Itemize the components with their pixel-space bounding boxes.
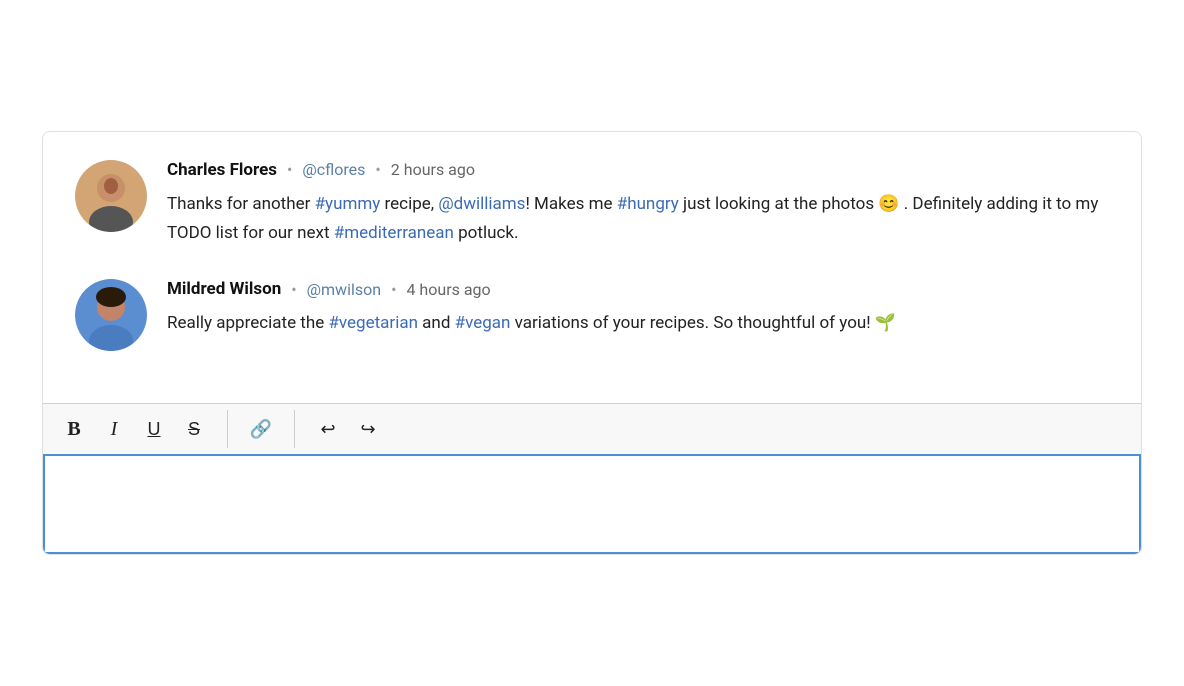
text-editor-toolbar: B I U S 🔗 ↩ ↪ <box>43 403 1141 454</box>
mention-dwilliams[interactable]: @dwilliams <box>438 194 525 214</box>
link-group: 🔗 <box>242 410 295 448</box>
avatar-charles <box>75 160 147 232</box>
comment-item: Charles Flores • @cflores • 2 hours ago … <box>75 160 1109 248</box>
comment-1-dot2: • <box>375 160 380 179</box>
strikethrough-button[interactable]: S <box>175 410 213 448</box>
hashtag-vegetarian[interactable]: #vegetarian <box>328 313 418 333</box>
comment-2-handle[interactable]: @mwilson <box>307 280 381 299</box>
link-button[interactable]: 🔗 <box>242 410 280 448</box>
comment-1-content: Charles Flores • @cflores • 2 hours ago … <box>167 160 1109 248</box>
formatting-group: B I U S <box>55 410 228 448</box>
comment-2-author-name: Mildred Wilson <box>167 279 281 299</box>
comment-1-timestamp: 2 hours ago <box>391 160 475 179</box>
editor-wrapper <box>43 454 1141 554</box>
italic-button[interactable]: I <box>95 410 133 448</box>
comment-2-content: Mildred Wilson • @mwilson • 4 hours ago … <box>167 279 1109 351</box>
undo-button[interactable]: ↩ <box>309 410 347 448</box>
comment-2-dot1: • <box>291 280 296 299</box>
text-editor-input[interactable] <box>43 454 1141 554</box>
bold-button[interactable]: B <box>55 410 93 448</box>
comment-1-author-name: Charles Flores <box>167 160 277 180</box>
comment-2-text: Really appreciate the #vegetarian and #v… <box>167 309 1109 338</box>
comment-2-header: Mildred Wilson • @mwilson • 4 hours ago <box>167 279 1109 299</box>
comment-2-timestamp: 4 hours ago <box>406 280 490 299</box>
hashtag-hungry[interactable]: #hungry <box>617 194 679 214</box>
history-group: ↩ ↪ <box>309 410 387 448</box>
comments-list: Charles Flores • @cflores • 2 hours ago … <box>43 132 1141 404</box>
comment-1-text: Thanks for another #yummy recipe, @dwill… <box>167 190 1109 248</box>
hashtag-vegan[interactable]: #vegan <box>455 313 511 333</box>
comment-item: Mildred Wilson • @mwilson • 4 hours ago … <box>75 279 1109 351</box>
hashtag-yummy[interactable]: #yummy <box>315 194 381 214</box>
comment-1-dot1: • <box>287 160 292 179</box>
avatar-mildred <box>75 279 147 351</box>
comment-2-dot2: • <box>391 280 396 299</box>
comment-1-handle[interactable]: @cflores <box>302 160 365 179</box>
hashtag-mediterranean[interactable]: #mediterranean <box>334 223 454 243</box>
comment-1-header: Charles Flores • @cflores • 2 hours ago <box>167 160 1109 180</box>
comment-section-container: Charles Flores • @cflores • 2 hours ago … <box>42 131 1142 556</box>
redo-button[interactable]: ↪ <box>349 410 387 448</box>
underline-button[interactable]: U <box>135 410 173 448</box>
